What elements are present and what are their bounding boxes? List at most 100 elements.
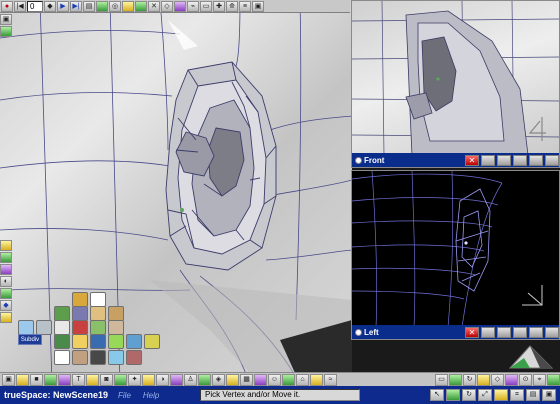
render-object-button[interactable] xyxy=(226,373,239,386)
palette-tool-white[interactable] xyxy=(54,350,70,365)
palette-drill[interactable] xyxy=(72,320,88,335)
light-button[interactable] xyxy=(86,373,99,386)
navigation-gizmo[interactable] xyxy=(500,340,560,372)
snap-icon[interactable] xyxy=(494,389,508,401)
paint-button[interactable] xyxy=(135,0,147,12)
palette-vertex[interactable] xyxy=(54,320,70,335)
palette-torus[interactable] xyxy=(90,306,106,321)
pointer-icon[interactable]: ↖ xyxy=(430,389,444,401)
palette-tool-dark[interactable] xyxy=(90,350,106,365)
zoom-button[interactable] xyxy=(513,326,527,338)
material-button[interactable] xyxy=(174,0,186,12)
axis-button[interactable]: ✚ xyxy=(213,0,225,12)
viewport-menu-icon[interactable] xyxy=(355,328,362,336)
extrude-button[interactable]: ⟰ xyxy=(226,0,238,12)
character-button[interactable] xyxy=(254,373,267,386)
sweep-button[interactable]: ◇ xyxy=(161,0,173,12)
spring-button[interactable] xyxy=(310,373,323,386)
bevel-button[interactable]: ▭ xyxy=(200,0,212,12)
glue-button[interactable]: ◎ xyxy=(109,0,121,12)
step-button[interactable]: ◆ xyxy=(44,0,56,12)
left-viewport[interactable]: Left ✕ xyxy=(351,170,560,340)
rotate-mode-button[interactable]: ↻ xyxy=(463,373,476,386)
rewind-button[interactable]: |◀ xyxy=(14,0,26,12)
perspective-viewport[interactable]: ● |◀ 0 ◆ ▶ ▶| ▤ ◎ ✕ ◇ ⌁ ▭ ✚ ⟰ ≡ ▣ ▣ ◐ ◆ xyxy=(0,0,352,384)
palette-tool-navy[interactable] xyxy=(90,334,106,349)
texture-button[interactable] xyxy=(198,373,211,386)
view-mode-button[interactable] xyxy=(529,154,543,166)
hinge-button[interactable]: ⌂ xyxy=(296,373,309,386)
eye-move-button[interactable] xyxy=(481,326,495,338)
palette-point-edit[interactable] xyxy=(36,320,52,335)
bones-button[interactable]: ♙ xyxy=(184,373,197,386)
zoom-button[interactable] xyxy=(513,154,527,166)
scene-button[interactable] xyxy=(122,0,134,12)
palette-smooth[interactable] xyxy=(90,320,106,335)
move-mode-button[interactable] xyxy=(449,373,462,386)
object-tool-button[interactable] xyxy=(96,0,108,12)
frame-input[interactable]: 0 xyxy=(27,0,43,12)
layout-button[interactable] xyxy=(547,373,560,386)
scale-mode-button[interactable] xyxy=(477,373,490,386)
object-rotate-icon[interactable]: ↻ xyxy=(462,389,476,401)
view-reset-button[interactable]: ⌖ xyxy=(533,373,546,386)
selected-vertex[interactable] xyxy=(180,208,184,212)
metaball-button[interactable] xyxy=(142,373,155,386)
object-scale-icon[interactable]: ⤢ xyxy=(478,389,492,401)
lib-button-3[interactable] xyxy=(0,264,12,275)
look-at-button[interactable]: ⊙ xyxy=(519,373,532,386)
torus-primitive-button[interactable] xyxy=(58,373,71,386)
palette-cube-white[interactable] xyxy=(90,292,106,307)
menu-file[interactable]: File xyxy=(118,391,131,400)
layer-button[interactable]: ▣ xyxy=(0,14,12,25)
lib-button-5[interactable] xyxy=(0,288,12,299)
paint-face-button[interactable]: ◈ xyxy=(212,373,225,386)
palette-tool-cyan[interactable] xyxy=(108,350,124,365)
select-mode-button[interactable]: ▭ xyxy=(435,373,448,386)
palette-tool-lime[interactable] xyxy=(108,334,124,349)
text-tool-button[interactable]: T xyxy=(72,373,85,386)
palette-tool-sky[interactable] xyxy=(126,334,142,349)
viewport-menu-icon[interactable] xyxy=(355,156,362,164)
camera-button[interactable]: ◙ xyxy=(100,373,113,386)
palette-tool-yellow[interactable] xyxy=(72,334,88,349)
render-mode-button[interactable] xyxy=(545,154,559,166)
cone-primitive-button[interactable] xyxy=(44,373,57,386)
view-navigation-button[interactable]: ◇ xyxy=(491,373,504,386)
deform-button[interactable]: ✕ xyxy=(148,0,160,12)
render-scene-button[interactable]: ▦ xyxy=(240,373,253,386)
zoom-view-button[interactable] xyxy=(505,373,518,386)
subdivision-label[interactable]: Subdiv xyxy=(18,334,42,345)
window-button[interactable]: ▣ xyxy=(252,0,264,12)
palette-tube[interactable] xyxy=(108,320,124,335)
link-button[interactable]: ⌁ xyxy=(187,0,199,12)
palette-sphere-gold[interactable] xyxy=(72,292,88,307)
plant-button[interactable] xyxy=(282,373,295,386)
coords-icon[interactable]: ⌗ xyxy=(510,389,524,401)
palette-cone-green[interactable] xyxy=(54,306,70,321)
lib-button-2[interactable] xyxy=(0,252,12,263)
menu-help[interactable]: Help xyxy=(143,391,159,400)
front-viewport[interactable]: Front ✕ xyxy=(351,0,560,168)
spline-button[interactable] xyxy=(114,373,127,386)
render-settings-button[interactable]: ▤ xyxy=(83,0,95,12)
palette-tool-olive[interactable] xyxy=(144,334,160,349)
eye-rotate-button[interactable] xyxy=(497,326,511,338)
play-button[interactable]: ▶ xyxy=(57,0,69,12)
sphere-primitive-button[interactable] xyxy=(16,373,29,386)
eye-rotate-button[interactable] xyxy=(497,154,511,166)
object-move-icon[interactable] xyxy=(446,389,460,401)
cube-primitive-button[interactable]: ■ xyxy=(30,373,43,386)
eye-move-button[interactable] xyxy=(481,154,495,166)
window-icon[interactable]: ▣ xyxy=(542,389,556,401)
close-viewport-button[interactable]: ✕ xyxy=(465,326,479,338)
front-viewport-label[interactable]: Front xyxy=(364,156,384,165)
left-viewport-label[interactable]: Left xyxy=(364,328,379,337)
skin-button[interactable] xyxy=(170,373,183,386)
figure-button[interactable]: ☺ xyxy=(268,373,281,386)
palette-tool-blue[interactable] xyxy=(72,306,88,321)
lib-button-4[interactable]: ◐ xyxy=(0,276,12,287)
ear-mesh[interactable] xyxy=(165,61,277,271)
wave-button[interactable]: ≈ xyxy=(324,373,337,386)
boolean-button[interactable]: ◑ xyxy=(156,373,169,386)
